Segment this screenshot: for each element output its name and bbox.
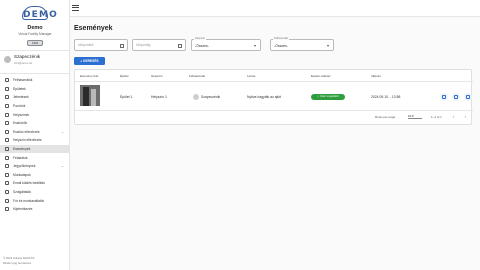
cell-description: Nyitva hagyták az ajtót [247, 95, 282, 99]
sidebar-item-jelentesek[interactable]: Jelentések [0, 93, 69, 102]
mail-icon [5, 181, 9, 186]
provider-icon [5, 190, 9, 195]
search-button-label: KERESÉS [83, 59, 99, 63]
user-card[interactable]: Szapeczénik info@demo.hu [4, 54, 66, 70]
sidebar-item-feladatok[interactable]: Feladatok [0, 153, 69, 162]
sheet-icon [5, 172, 9, 177]
user-email: info@demo.hu [14, 61, 33, 65]
logout-icon [5, 207, 9, 212]
task-icon [5, 155, 9, 160]
event-photo[interactable] [80, 85, 100, 106]
rows-per-page-select[interactable]: 10 ▾ [408, 113, 422, 119]
column-header[interactable]: Leírás [247, 74, 255, 78]
date-from-field[interactable]: Időponttól [74, 39, 128, 51]
column-header[interactable]: Helyszín [151, 74, 163, 78]
check-icon [5, 129, 9, 134]
logo: DEMO [0, 6, 69, 20]
delete-button[interactable] [464, 93, 472, 101]
calendar-icon[interactable] [178, 43, 182, 48]
trash-icon [466, 95, 470, 99]
document-icon [5, 164, 9, 169]
people-icon [5, 198, 9, 203]
users-icon [5, 78, 9, 83]
chevron-down-icon: ▾ [326, 42, 329, 48]
edit-icon [454, 95, 458, 99]
status-badge: ✓ Nem megoldott [311, 94, 345, 100]
cell-user: Szapeczénik [201, 95, 221, 99]
edit-button[interactable] [452, 93, 460, 101]
column-header[interactable]: Időpont [371, 74, 381, 78]
role-text: Virtual Facility Manager [18, 32, 52, 36]
sidebar: DEMO Demo Virtual Facility Manager FM4 S… [0, 0, 70, 270]
sidebar-item-kijelentkezes[interactable]: Kijelentkezés [0, 205, 69, 214]
events-table: Esemény fotó Épület Helyszín Felhasználó… [74, 69, 473, 125]
calendar-icon[interactable] [120, 43, 124, 48]
sidebar-item-munkavallalok[interactable]: Fúr és munkavállalók [0, 196, 69, 205]
event-icon [5, 147, 9, 152]
location-select-label: Helyszín [194, 37, 206, 40]
column-header[interactable]: Esemény fotó [80, 74, 98, 78]
role-badge[interactable]: FM4 [27, 40, 43, 46]
eye-icon [442, 95, 446, 99]
user-select[interactable]: Felhasználó -Összes- ▾ [270, 37, 334, 51]
divider [75, 110, 473, 111]
page-range: 1–1 of 1 [431, 115, 442, 119]
next-page-icon[interactable]: › [465, 114, 466, 119]
copyright: © 2024 Arkane Mobil Kft. [3, 256, 36, 260]
sidebar-item-epuletek[interactable]: Épületek [0, 85, 69, 94]
location-select[interactable]: Helyszín -Összes- ▾ [191, 37, 261, 51]
sidebar-item-helyszin-ellenorzes[interactable]: Helyszín ellenőrzés [0, 136, 69, 145]
sidebar-item-email[interactable]: Email küldés beállítás [0, 179, 69, 188]
sidebar-item-eszkoz-ellenorzes[interactable]: Eszköz ellenőrzés ⌄ [0, 128, 69, 137]
cell-building: Épület 1 [120, 95, 133, 99]
divider [0, 50, 69, 51]
column-header[interactable]: Felhasználó [189, 74, 205, 78]
user-select-value: -Összes- [274, 43, 288, 48]
top-bar [70, 0, 480, 17]
column-header[interactable]: Épület [120, 74, 129, 78]
clipboard-icon [5, 138, 9, 143]
sidebar-item-eszkozok[interactable]: Eszközök [0, 119, 69, 128]
rows-per-page-label: Rows per page: [375, 115, 397, 119]
divider [0, 73, 69, 74]
user-name: Szapeczénik [14, 54, 41, 59]
page-title: Események [74, 25, 113, 32]
sidebar-item-jegyzokonyvek[interactable]: Jegyzőkönyvek ⌄ [0, 162, 69, 171]
brand-name: Demo [27, 25, 43, 31]
logo-text: DEMO [23, 10, 59, 20]
column-header[interactable]: Esetén státusz [311, 74, 331, 78]
user-select-label: Felhasználó [273, 37, 289, 40]
view-button[interactable] [440, 93, 448, 101]
sidebar-item-esemenyek[interactable]: Események [0, 144, 69, 154]
cell-time: 2024.09.10. - 13:58 [371, 95, 401, 99]
date-to-field[interactable]: Időpontig [132, 39, 186, 51]
date-to-placeholder: Időpontig [136, 43, 151, 47]
chevron-down-icon: ⌄ [61, 164, 64, 169]
pin-icon [5, 104, 9, 109]
avatar [193, 93, 199, 100]
copyright-note: Minden jog fenntartva. [3, 261, 32, 265]
location-select-value: -Összes- [195, 43, 209, 48]
chevron-down-icon: ▾ [253, 42, 256, 48]
sidebar-item-poziciok[interactable]: Pozíciók [0, 102, 69, 111]
sidebar-item-munkalapok[interactable]: Munkalapok [0, 171, 69, 180]
divider [75, 81, 473, 82]
prev-page-icon[interactable]: ‹ [453, 114, 454, 119]
chevron-down-icon: ⌄ [61, 129, 64, 134]
cell-location: Helyszín 1 [151, 95, 167, 99]
avatar [4, 56, 11, 63]
sidebar-item-szolgaltatok[interactable]: Szolgáltatók [0, 188, 69, 197]
building-icon [5, 86, 9, 91]
menu-icon[interactable] [72, 5, 79, 11]
date-from-placeholder: Időponttól [78, 43, 94, 47]
sidebar-item-felhasznalok[interactable]: Felhasználók [0, 76, 69, 85]
tool-icon [5, 121, 9, 126]
sidebar-nav: Felhasználók Épületek Jelentések Pozíció… [0, 76, 69, 214]
sidebar-item-helyszinek[interactable]: Helyszínek [0, 110, 69, 119]
search-button[interactable]: ⌕ KERESÉS [74, 57, 105, 65]
location-icon [5, 112, 9, 117]
report-icon [5, 95, 9, 100]
